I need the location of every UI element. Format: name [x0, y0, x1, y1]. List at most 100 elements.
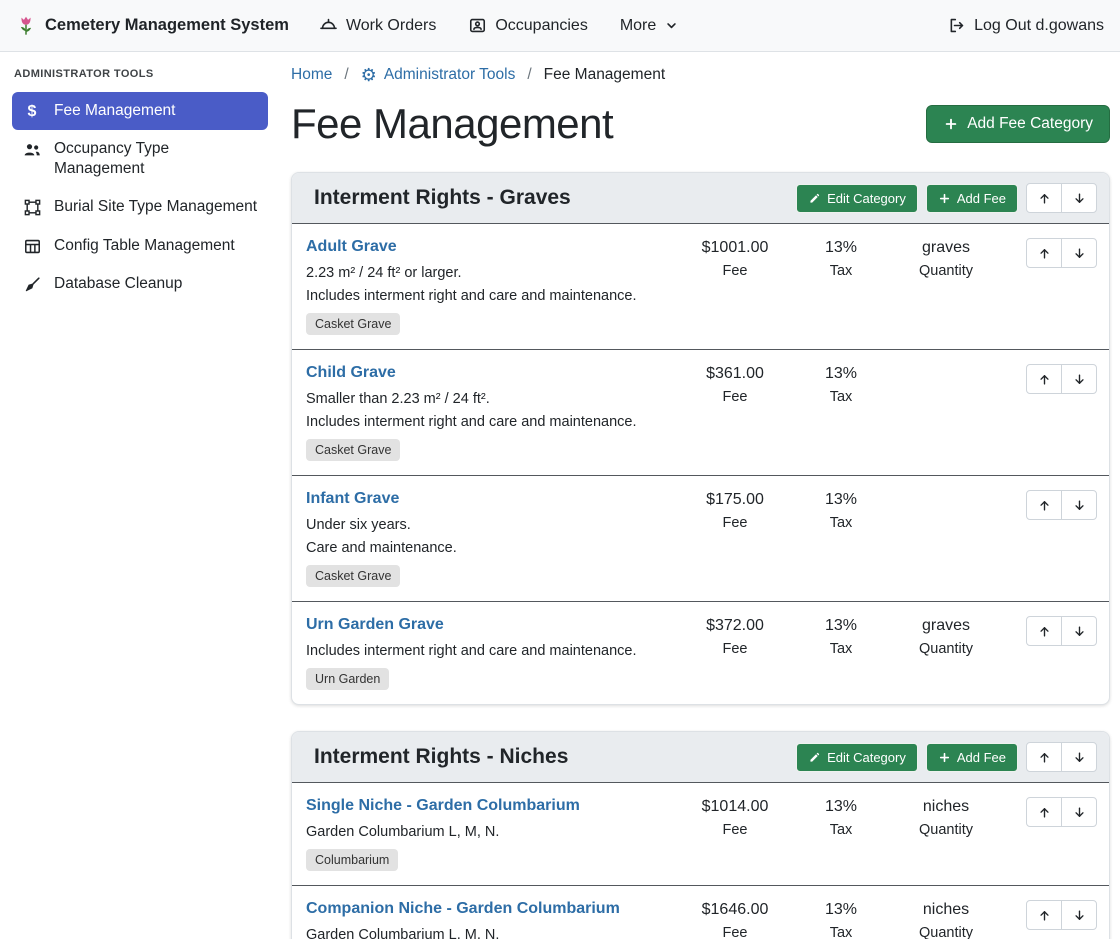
fee-tax-label: Tax: [795, 389, 887, 405]
category-card-niches: Interment Rights - Niches Edit Category: [291, 731, 1110, 939]
breadcrumb-home-link[interactable]: Home: [291, 66, 332, 84]
fee-amount-label: Fee: [675, 263, 795, 279]
add-fee-category-button[interactable]: Add Fee Category: [926, 105, 1110, 143]
fee-tax-label: Tax: [795, 515, 887, 531]
title-row: Fee Management Add Fee Category: [291, 100, 1110, 148]
plus-icon: [938, 192, 951, 205]
move-fee-up-button[interactable]: [1026, 900, 1062, 930]
add-fee-label: Add Fee: [957, 750, 1006, 765]
fee-type-badge: Casket Grave: [306, 565, 400, 587]
fee-reorder-group: [1005, 614, 1097, 646]
add-fee-button[interactable]: Add Fee: [926, 743, 1018, 772]
move-fee-down-button[interactable]: [1061, 238, 1097, 268]
fee-type-badge: Columbarium: [306, 849, 398, 871]
move-fee-up-button[interactable]: [1026, 238, 1062, 268]
fee-name-link[interactable]: Companion Niche - Garden Columbarium: [306, 900, 620, 918]
sidebar-item-burial-site-type-management[interactable]: Burial Site Type Management: [12, 188, 268, 226]
dollar-icon: $: [22, 102, 42, 121]
nav-occupancies[interactable]: Occupancies: [468, 16, 588, 35]
main-nav: Work Orders Occupancies More: [319, 16, 679, 35]
move-fee-up-button[interactable]: [1026, 364, 1062, 394]
fee-amount: $175.00: [675, 491, 795, 509]
breadcrumb-admin-tools-link[interactable]: ⚙ Administrator Tools: [361, 66, 516, 84]
move-fee-down-button[interactable]: [1061, 490, 1097, 520]
fee-name-link[interactable]: Infant Grave: [306, 490, 399, 508]
page-title: Fee Management: [291, 100, 613, 148]
nav-work-orders-label: Work Orders: [346, 17, 436, 35]
arrow-down-icon: [1072, 750, 1087, 765]
chevron-down-icon: [664, 18, 679, 33]
add-fee-label: Add Fee: [957, 191, 1006, 206]
arrow-down-icon: [1072, 191, 1087, 206]
fee-tax: 13%: [795, 798, 887, 816]
fee-amount: $1646.00: [675, 901, 795, 919]
move-fee-up-button[interactable]: [1026, 490, 1062, 520]
move-category-down-button[interactable]: [1061, 183, 1097, 213]
table-icon: [22, 237, 42, 256]
fee-name-link[interactable]: Single Niche - Garden Columbarium: [306, 797, 580, 815]
move-fee-up-button[interactable]: [1026, 616, 1062, 646]
brand-link[interactable]: Cemetery Management System: [16, 13, 289, 38]
logout-icon: [947, 16, 966, 35]
edit-category-label: Edit Category: [827, 191, 906, 206]
fee-description: 2.23 m² / 24 ft² or larger.: [306, 265, 675, 281]
arrow-up-icon: [1037, 908, 1052, 923]
sidebar-item-database-cleanup[interactable]: Database Cleanup: [12, 265, 268, 303]
page-layout: ADMINISTRATOR TOOLS $ Fee Management Occ…: [0, 52, 1120, 939]
fee-main: Child Grave Smaller than 2.23 m² / 24 ft…: [306, 362, 675, 461]
fee-quantity-column: niches Quantity: [887, 795, 1005, 838]
pencil-icon: [808, 192, 821, 205]
move-fee-up-button[interactable]: [1026, 797, 1062, 827]
arrow-down-icon: [1072, 372, 1087, 387]
fee-description: Garden Columbarium L, M, N.: [306, 927, 675, 939]
add-fee-button[interactable]: Add Fee: [926, 184, 1018, 213]
fee-amount-label: Fee: [675, 389, 795, 405]
sidebar-item-fee-management[interactable]: $ Fee Management: [12, 92, 268, 130]
edit-category-button[interactable]: Edit Category: [796, 743, 918, 772]
sidebar-item-occupancy-type-management[interactable]: Occupancy Type Management: [12, 130, 268, 188]
sidebar-item-config-table-management[interactable]: Config Table Management: [12, 227, 268, 265]
nav-work-orders[interactable]: Work Orders: [319, 16, 436, 35]
fee-quantity-label: Quantity: [887, 641, 1005, 657]
move-category-up-button[interactable]: [1026, 742, 1062, 772]
move-fee-down-button[interactable]: [1061, 616, 1097, 646]
fee-amount: $372.00: [675, 617, 795, 635]
fee-amount: $1014.00: [675, 798, 795, 816]
fee-amount-label: Fee: [675, 822, 795, 838]
breadcrumb-separator: /: [344, 66, 348, 84]
fee-amount-column: $1014.00 Fee: [675, 795, 795, 838]
nav-more[interactable]: More: [620, 17, 679, 35]
move-category-down-button[interactable]: [1061, 742, 1097, 772]
fee-name-link[interactable]: Child Grave: [306, 364, 396, 382]
brand-title: Cemetery Management System: [45, 16, 289, 35]
fee-tax-column: 13% Tax: [795, 898, 887, 939]
fee-amount-label: Fee: [675, 925, 795, 939]
fee-name-link[interactable]: Adult Grave: [306, 238, 397, 256]
fee-row: Infant Grave Under six years. Care and m…: [292, 475, 1109, 601]
edit-category-label: Edit Category: [827, 750, 906, 765]
move-fee-down-button[interactable]: [1061, 797, 1097, 827]
category-header: Interment Rights - Niches Edit Category: [292, 732, 1109, 782]
move-fee-down-button[interactable]: [1061, 900, 1097, 930]
fee-tax-label: Tax: [795, 822, 887, 838]
move-fee-down-button[interactable]: [1061, 364, 1097, 394]
category-header: Interment Rights - Graves Edit Category: [292, 173, 1109, 223]
fee-type-badge: Urn Garden: [306, 668, 389, 690]
people-icon: [22, 140, 42, 160]
fee-row: Companion Niche - Garden Columbarium Gar…: [292, 885, 1109, 939]
fee-description: Garden Columbarium L, M, N.: [306, 824, 675, 840]
fee-description: Care and maintenance.: [306, 540, 675, 556]
top-navbar: Cemetery Management System Work Orders: [0, 0, 1120, 52]
fee-name-link[interactable]: Urn Garden Grave: [306, 616, 444, 634]
category-actions: Edit Category Add Fee: [796, 183, 1097, 213]
category-title: Interment Rights - Graves: [314, 186, 796, 210]
arrow-up-icon: [1037, 246, 1052, 261]
fee-row: Single Niche - Garden Columbarium Garden…: [292, 782, 1109, 885]
move-category-up-button[interactable]: [1026, 183, 1062, 213]
fee-quantity-column: [887, 362, 1005, 365]
fee-description: Includes interment right and care and ma…: [306, 643, 675, 659]
arrow-down-icon: [1072, 498, 1087, 513]
logout-link[interactable]: Log Out d.gowans: [947, 16, 1104, 35]
edit-category-button[interactable]: Edit Category: [796, 184, 918, 213]
arrow-up-icon: [1037, 498, 1052, 513]
